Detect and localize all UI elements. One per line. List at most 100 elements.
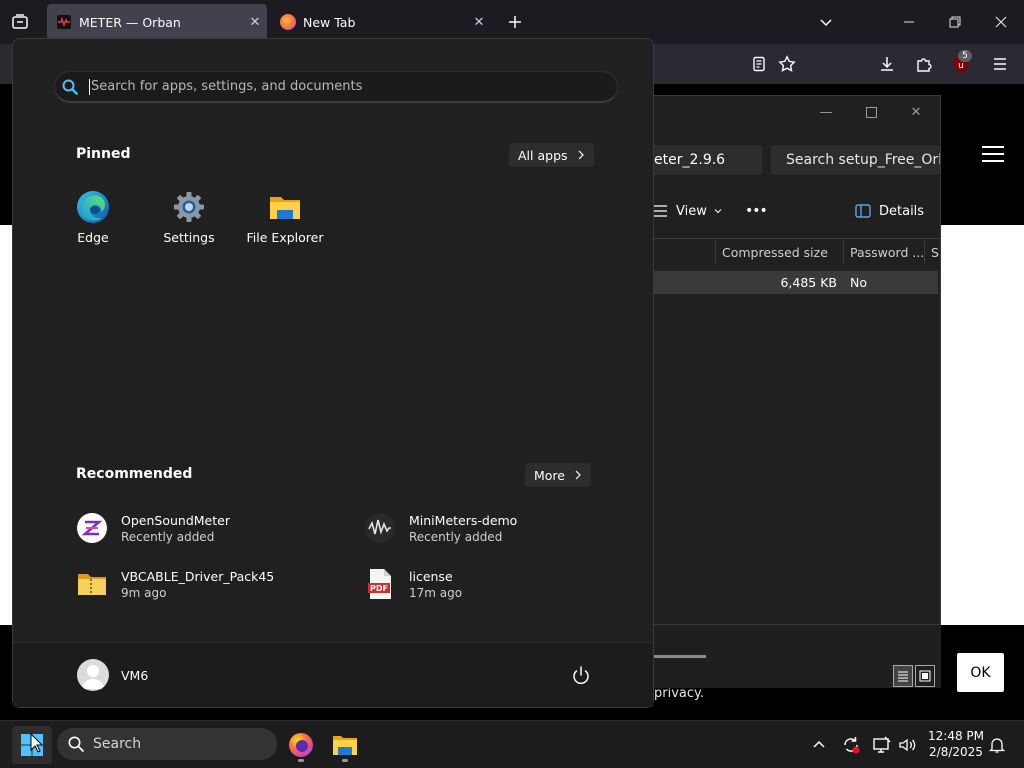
compressed-size-cell: 6,485 KB [780, 275, 837, 290]
recommended-item-subtitle: 17m ago [409, 585, 463, 600]
view-menu-button[interactable]: View [652, 198, 723, 224]
column-header-compressed-size[interactable]: Compressed size [715, 240, 843, 264]
tab-meter-orban[interactable]: METER — Orban ✕ [47, 4, 267, 40]
zip-folder-icon [78, 574, 106, 595]
cookie-ok-button[interactable]: OK [957, 653, 1004, 692]
recommended-item-name: license [409, 568, 453, 584]
show-hidden-icons-chevron-icon[interactable] [808, 734, 830, 756]
power-icon[interactable] [566, 661, 596, 691]
details-view-toggle-icon[interactable] [893, 665, 913, 687]
tiles-view-toggle-icon[interactable] [915, 665, 935, 687]
explorer-minimize-icon[interactable]: — [811, 100, 841, 124]
restore-icon[interactable] [940, 8, 970, 36]
settings-gear-icon [174, 192, 204, 222]
edge-icon [77, 191, 109, 223]
pinned-app-edge[interactable]: Edge [46, 190, 140, 245]
close-tab-icon[interactable]: ✕ [243, 15, 267, 30]
taskbar-search-label: Search [93, 736, 142, 752]
search-icon [62, 79, 78, 95]
column-header-size[interactable]: Si [924, 240, 940, 264]
pinned-app-label: File Explorer [246, 230, 324, 245]
pinned-app-settings[interactable]: Settings [142, 190, 236, 245]
opensoundmeter-icon [77, 513, 107, 543]
new-tab-plus-icon[interactable] [503, 10, 527, 34]
pinned-heading: Pinned [76, 146, 131, 162]
tab-list-chevron-icon[interactable] [811, 8, 841, 36]
tab-new-tab[interactable]: New Tab ✕ [271, 4, 491, 40]
chevron-down-icon [714, 209, 722, 214]
details-label: Details [879, 203, 925, 219]
network-icon[interactable] [871, 734, 893, 756]
user-name[interactable]: VM6 [121, 668, 148, 683]
extensions-puzzle-icon[interactable] [911, 52, 937, 76]
svg-text:u: u [958, 61, 964, 71]
list-all-tabs-icon[interactable] [10, 12, 30, 32]
search-icon [68, 736, 84, 752]
start-search-box[interactable] [54, 71, 618, 103]
pinned-app-label: Settings [163, 230, 215, 245]
volume-icon[interactable] [896, 734, 918, 756]
recommended-item-opensoundmeter[interactable]: OpenSoundMeter Recently added [76, 510, 230, 546]
explorer-close-icon[interactable]: ✕ [901, 100, 931, 124]
taskbar-clock[interactable]: 12:48 PM 2/8/2025 [924, 728, 988, 760]
details-pane-button[interactable]: Details [855, 198, 924, 224]
start-menu [12, 38, 654, 708]
bookmark-star-icon[interactable] [774, 52, 800, 76]
explorer-search-box[interactable]: Search setup_Free_Orban [771, 145, 940, 175]
app-menu-hamburger-icon[interactable] [987, 52, 1013, 76]
explorer-maximize-icon[interactable] [856, 100, 886, 124]
firefox-icon [289, 733, 313, 757]
more-label: More [534, 467, 565, 483]
minimeters-icon [365, 513, 395, 543]
recommended-item-name: VBCABLE_Driver_Pack45 [121, 568, 275, 584]
recommended-item-minimeters[interactable]: MiniMeters-demo Recently added [364, 510, 517, 546]
recommended-item-name: MiniMeters-demo [409, 512, 518, 528]
site-menu-hamburger-icon[interactable] [982, 146, 1004, 164]
running-indicator [298, 759, 304, 762]
more-button[interactable]: More [525, 463, 591, 487]
tab-title: New Tab [303, 14, 356, 30]
recommended-item-license[interactable]: PDF license 17m ago [364, 566, 462, 602]
column-header-password[interactable]: Password ... [843, 240, 924, 264]
taskbar-file-explorer[interactable] [326, 728, 364, 762]
chevron-right-icon [575, 470, 581, 480]
recommended-item-subtitle: 9m ago [121, 585, 167, 600]
pdf-icon: PDF [368, 569, 391, 599]
start-search-input[interactable] [91, 79, 591, 94]
view-label: View [676, 203, 707, 219]
start-menu-footer [13, 642, 653, 707]
chevron-right-icon [578, 150, 584, 160]
svg-text:PDF: PDF [370, 584, 388, 593]
details-pane-icon [855, 204, 871, 218]
all-apps-label: All apps [518, 147, 568, 163]
pinned-app-label: Edge [77, 230, 109, 245]
downloads-icon[interactable] [874, 52, 900, 76]
privacy-text: privacy. [654, 686, 704, 701]
taskbar-search-box[interactable]: Search [57, 728, 277, 760]
recommended-item-vbcable[interactable]: VBCABLE_Driver_Pack45 9m ago [76, 566, 274, 602]
all-apps-button[interactable]: All apps [509, 143, 594, 167]
pinned-app-file-explorer[interactable]: File Explorer [238, 190, 332, 245]
clock-date: 2/8/2025 [929, 745, 983, 759]
notifications-bell-icon[interactable] [986, 734, 1008, 756]
tab-title: METER — Orban [79, 14, 181, 30]
recommended-item-name: OpenSoundMeter [121, 512, 230, 528]
close-window-icon[interactable] [986, 8, 1016, 36]
see-more-button[interactable]: ••• [745, 198, 768, 224]
recommended-item-subtitle: Recently added [121, 529, 215, 544]
folder-icon [333, 736, 357, 755]
horizontal-scrollbar[interactable] [654, 655, 706, 658]
minimize-icon[interactable] [894, 8, 924, 36]
close-tab-icon[interactable]: ✕ [467, 15, 491, 30]
firefox-favicon [280, 14, 296, 30]
text-caret [89, 78, 90, 95]
recommended-heading: Recommended [76, 466, 193, 482]
password-cell: No [850, 275, 867, 290]
reader-view-icon[interactable] [746, 52, 772, 76]
folder-icon [270, 197, 300, 219]
view-list-icon [653, 205, 667, 217]
running-indicator [342, 759, 348, 762]
taskbar-firefox[interactable] [282, 728, 320, 762]
sync-update-icon[interactable] [840, 734, 862, 756]
user-avatar-icon[interactable] [77, 659, 109, 691]
